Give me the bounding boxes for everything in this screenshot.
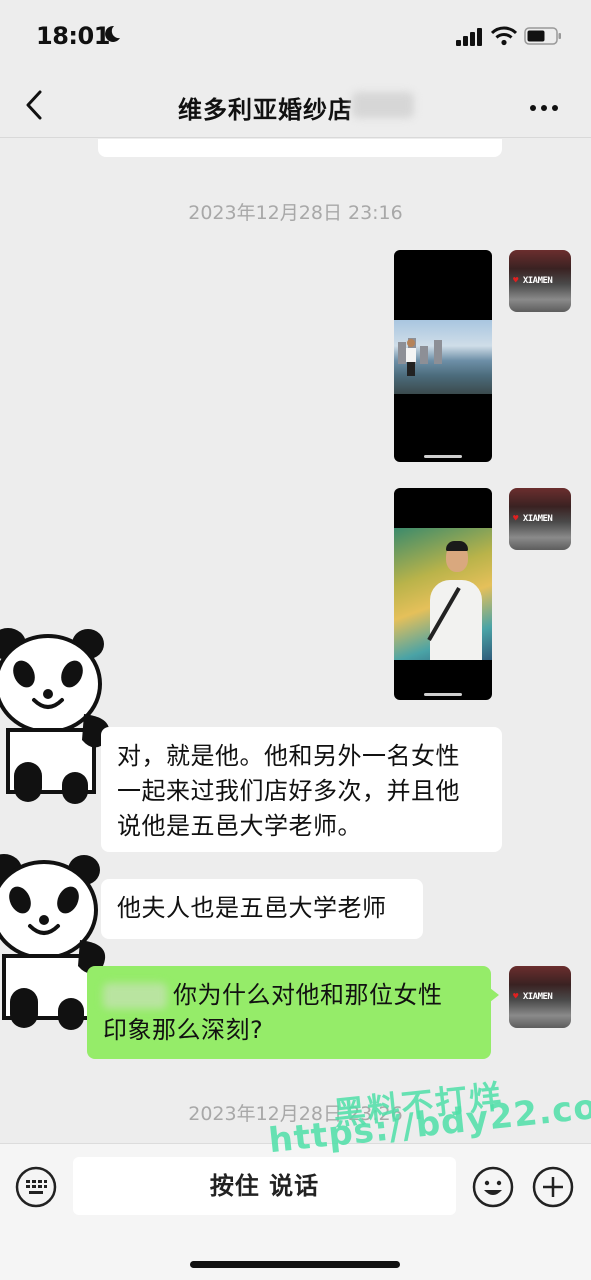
incoming-message[interactable]: 他夫人也是五邑大学老师 xyxy=(101,879,423,939)
my-avatar[interactable]: ♥ XIAMEN xyxy=(509,488,571,550)
back-chevron-icon[interactable] xyxy=(20,88,50,122)
blurred-name xyxy=(103,983,167,1009)
photo-man-lights xyxy=(394,528,492,660)
plus-icon[interactable] xyxy=(532,1166,574,1208)
message-timestamp: 2023年12月28日 23:16 xyxy=(188,202,403,224)
outgoing-message[interactable]: 你为什么对他和那位女性 印象那么深刻? xyxy=(87,966,499,1059)
chat-title: 维多利亚婚纱店 xyxy=(178,96,353,124)
image-message[interactable] xyxy=(394,488,492,700)
battery-icon xyxy=(524,27,561,45)
status-time: 18:01 xyxy=(36,22,110,50)
my-avatar[interactable]: ♥ XIAMEN xyxy=(509,966,571,1028)
input-bar: 按住 说话 xyxy=(0,1143,591,1280)
image-message[interactable] xyxy=(394,250,492,462)
previous-message-bubble xyxy=(98,139,502,157)
my-avatar[interactable]: ♥ XIAMEN xyxy=(509,250,571,312)
hold-to-talk-button[interactable]: 按住 说话 xyxy=(73,1157,456,1215)
wifi-icon xyxy=(491,26,517,46)
chat-header: 维多利亚婚纱店 xyxy=(0,72,591,138)
home-indicator xyxy=(190,1261,400,1268)
more-dots-icon[interactable] xyxy=(530,96,566,111)
emoji-icon[interactable] xyxy=(472,1166,514,1208)
blurred-name xyxy=(352,92,414,118)
photo-waterfront xyxy=(394,320,492,394)
incoming-message[interactable]: 对，就是他。他和另外一名女性 一起来过我们店好多次，并且他 说他是五邑大学老师。 xyxy=(101,727,502,852)
keyboard-icon[interactable] xyxy=(15,1166,57,1208)
moon-icon xyxy=(105,25,120,42)
signal-icon xyxy=(456,28,482,46)
status-bar: 18:01 xyxy=(0,0,591,72)
